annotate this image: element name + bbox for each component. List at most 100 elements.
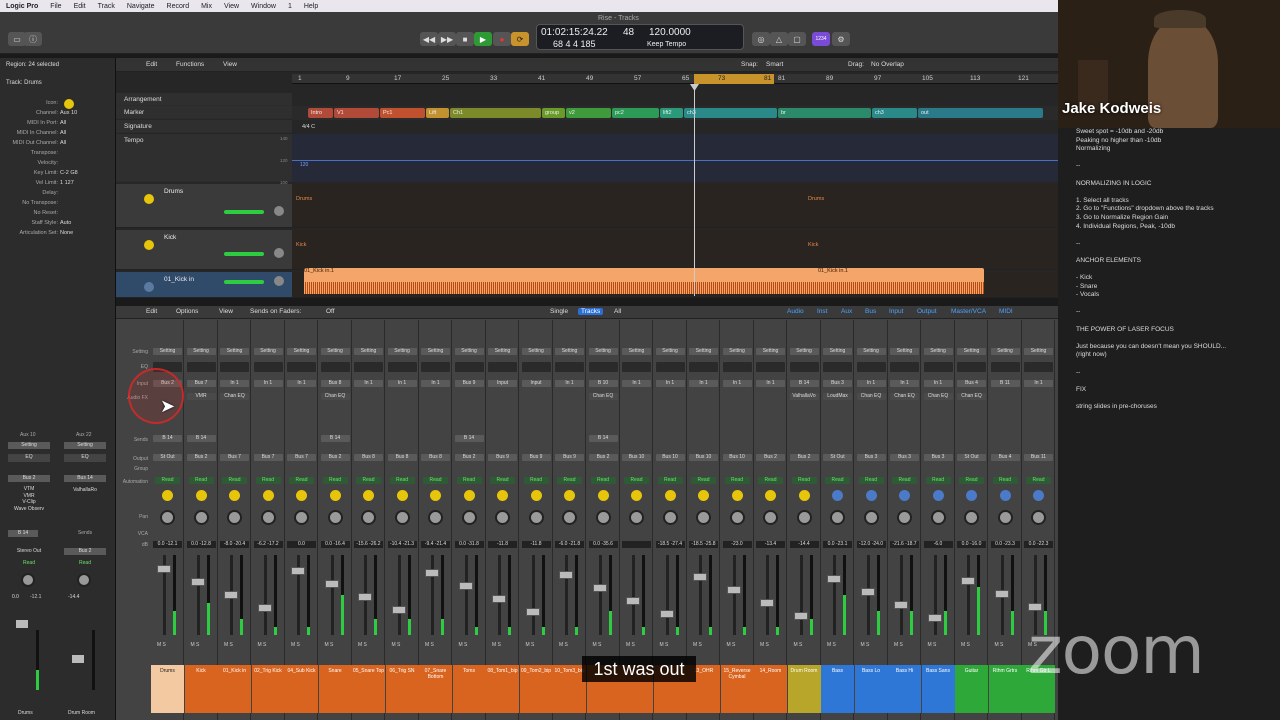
output-slot[interactable]: Bus 10 [622,454,651,461]
pan-knob[interactable] [394,510,410,525]
pan-knob[interactable] [361,510,376,525]
mute-solo-buttons[interactable]: M S [291,642,300,648]
tracks-functions-menu[interactable]: Functions [176,61,204,68]
pan-knob[interactable] [1031,510,1046,525]
mute-solo-buttons[interactable]: M S [358,642,367,648]
count-in-badge[interactable]: 1234 [812,32,830,46]
output-slot[interactable]: Bus 10 [722,454,752,461]
strip-fader-cap[interactable] [72,655,84,663]
fader-track[interactable] [565,555,568,635]
setting-button[interactable]: Setting [756,348,785,355]
mute-solo-buttons[interactable]: M S [995,642,1004,648]
setting-button[interactable]: Setting [320,348,350,355]
setting-button[interactable]: Setting [990,348,1020,355]
tracks-edit-menu[interactable]: Edit [146,61,157,68]
fader-cap[interactable] [894,601,908,609]
fader-track[interactable] [766,555,769,635]
arrangement-marker[interactable]: ch3 [684,108,777,118]
region-label[interactable]: Drums [808,196,824,202]
track-header[interactable]: Kick [116,230,292,270]
region-label[interactable]: 01_Kick in.1 [818,268,848,274]
track-name-label[interactable]: Snare [318,665,352,713]
menu-file[interactable]: File [50,3,61,10]
output-slot[interactable]: Bus 10 [689,454,718,461]
track-header[interactable]: Drums [116,184,292,228]
automation-mode[interactable]: Read [657,477,683,484]
mute-solo-buttons[interactable]: M S [961,642,970,648]
mixer-edit-menu[interactable]: Edit [146,308,157,315]
track-volume-slider[interactable] [224,280,264,284]
output-slot[interactable]: Bus 2 [454,454,484,461]
output-slot[interactable]: Bus 8 [421,454,450,461]
send-slot[interactable]: B 14 [153,435,182,442]
fader-track[interactable] [196,555,200,635]
fader-cap[interactable] [458,582,473,590]
tracks-view-menu[interactable]: View [223,61,237,68]
region-label[interactable]: Kick [808,242,818,248]
output-slot[interactable]: Bus 7 [220,454,249,461]
fader-track[interactable] [263,555,267,635]
input-slot[interactable]: Bus 8 [320,380,350,387]
pan-knob[interactable] [830,510,845,525]
arrangement-marker[interactable]: ch3 [872,108,917,118]
strip-eq[interactable]: EQ [8,454,50,462]
mute-solo-buttons[interactable]: M S [157,642,166,648]
global-track-arrangement[interactable]: Arrangement [116,93,292,106]
setting-button[interactable]: Setting [253,348,283,355]
output-slot[interactable]: Bus 8 [354,454,383,461]
arrangement-marker[interactable]: Intro [308,108,333,118]
send-slot[interactable]: B 14 [320,435,350,442]
track-name-label[interactable]: 05_Snare Top [352,665,385,713]
cycle-region[interactable]: 73 81 [694,74,774,84]
strip-send[interactable]: B 14 [8,530,38,537]
input-slot[interactable]: In 1 [421,380,450,387]
fader-cap[interactable] [224,591,238,599]
setting-button[interactable]: Setting [186,348,216,355]
eq-thumbnail[interactable] [789,362,819,372]
mute-solo-buttons[interactable]: M S [861,642,870,648]
eq-thumbnail[interactable] [1024,362,1053,372]
fader-cap[interactable] [693,573,707,581]
track-volume-slider[interactable] [224,252,264,256]
automation-mode[interactable]: Read [992,477,1018,484]
track-pan-knob[interactable] [274,206,284,216]
fast-forward-button[interactable]: ▶▶ [438,32,456,46]
pan-knob[interactable] [160,510,175,525]
fader-track[interactable] [665,555,669,635]
setting-button[interactable]: Setting [287,348,316,355]
track-name-label[interactable]: Bass Hi [888,665,921,713]
output-slot[interactable]: Bus 4 [990,454,1020,461]
tools-button[interactable]: ⚙ [832,32,850,46]
setting-button[interactable]: Setting [655,348,685,355]
record-button[interactable]: ● [493,32,511,46]
track-name-label[interactable]: 14_Room [754,665,787,713]
track-name-label[interactable]: 01_Kick in [218,665,251,713]
global-track-tempo[interactable]: Tempo [116,134,292,182]
eq-thumbnail[interactable] [320,362,350,372]
input-slot[interactable]: Bus 9 [454,380,484,387]
setting-button[interactable]: Setting [387,348,417,355]
fader-track[interactable] [699,555,702,635]
eq-thumbnail[interactable] [655,362,685,372]
strip-automation[interactable]: Read [70,560,100,567]
mute-solo-buttons[interactable]: M S [258,642,267,648]
fader-cap[interactable] [324,580,339,588]
input-slot[interactable]: In 1 [220,380,249,387]
fader-track[interactable] [632,555,635,635]
mute-solo-buttons[interactable]: M S [325,642,334,648]
mute-solo-buttons[interactable]: M S [894,642,903,648]
arrangement-marker[interactable]: Ch1 [450,108,541,118]
fader-cap[interactable] [760,599,774,607]
pan-knob[interactable] [428,510,443,525]
input-slot[interactable]: Bus 4 [957,380,986,387]
fader-track[interactable] [431,555,434,635]
automation-mode[interactable]: Read [758,477,783,484]
automation-mode[interactable]: Read [523,477,549,484]
pan-knob[interactable] [729,510,745,525]
fader-cap[interactable] [358,593,372,601]
eq-thumbnail[interactable] [722,362,752,372]
setting-button[interactable]: Setting [1024,348,1053,355]
menu-view[interactable]: View [224,3,239,10]
arrangement-marker[interactable]: group [542,108,565,118]
stop-button[interactable]: ■ [456,32,474,46]
